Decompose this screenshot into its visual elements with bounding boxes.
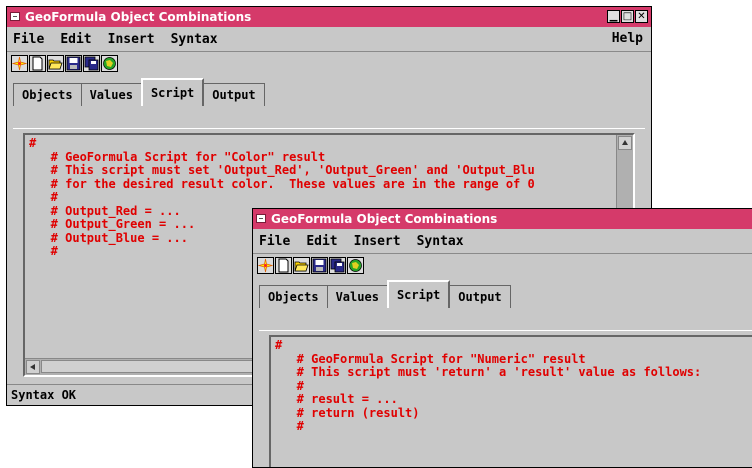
run-icon[interactable] <box>347 256 364 274</box>
scroll-left-icon[interactable] <box>26 360 40 374</box>
blank-page-icon[interactable] <box>29 54 46 72</box>
minimize-icon[interactable]: ▁ <box>607 10 620 23</box>
tab-panel: # # GeoFormula Script for "Numeric" resu… <box>259 330 752 467</box>
menu-insert[interactable]: Insert <box>354 234 401 249</box>
menu-file[interactable]: File <box>13 32 44 47</box>
system-menu-icon[interactable] <box>256 214 266 223</box>
script-text[interactable]: # # GeoFormula Script for "Numeric" resu… <box>271 337 752 434</box>
window-title: GeoFormula Object Combinations <box>271 212 498 226</box>
run-icon[interactable] <box>101 54 118 72</box>
open-folder-icon[interactable] <box>47 54 64 72</box>
scroll-up-icon[interactable] <box>618 136 632 150</box>
close-icon[interactable]: ✕ <box>635 10 648 23</box>
menu-bar: File Edit Insert Syntax Help <box>7 27 651 52</box>
script-editor[interactable]: # # GeoFormula Script for "Numeric" resu… <box>269 335 752 467</box>
title-bar[interactable]: GeoFormula Object Combinations ▁ □ ✕ <box>7 7 651 27</box>
tab-bar: Objects Values Script Output <box>253 280 752 308</box>
menu-syntax[interactable]: Syntax <box>417 234 464 249</box>
tab-objects[interactable]: Objects <box>259 285 328 308</box>
tab-values[interactable]: Values <box>80 83 142 106</box>
tab-objects[interactable]: Objects <box>13 83 82 106</box>
save-as-icon[interactable] <box>329 256 346 274</box>
save-as-icon[interactable] <box>83 54 100 72</box>
tab-script[interactable]: Script <box>386 280 451 308</box>
toolbar <box>7 52 651 74</box>
menu-insert[interactable]: Insert <box>108 32 155 47</box>
menu-edit[interactable]: Edit <box>60 32 91 47</box>
save-icon[interactable] <box>65 54 82 72</box>
new-icon[interactable] <box>11 54 28 72</box>
menu-syntax[interactable]: Syntax <box>171 32 218 47</box>
toolbar <box>253 254 752 276</box>
menu-edit[interactable]: Edit <box>306 234 337 249</box>
menu-help[interactable]: Help <box>612 31 643 46</box>
window-title: GeoFormula Object Combinations <box>25 10 252 24</box>
system-menu-icon[interactable] <box>10 12 20 21</box>
tab-bar: Objects Values Script Output <box>7 78 651 106</box>
window-controls: ▁ □ ✕ <box>607 10 648 23</box>
blank-page-icon[interactable] <box>275 256 292 274</box>
save-icon[interactable] <box>311 256 328 274</box>
title-bar[interactable]: GeoFormula Object Combinations <box>253 209 752 229</box>
tab-values[interactable]: Values <box>326 285 388 308</box>
new-icon[interactable] <box>257 256 274 274</box>
tab-output[interactable]: Output <box>449 285 511 308</box>
front-window: GeoFormula Object Combinations File Edit… <box>252 208 752 468</box>
open-folder-icon[interactable] <box>293 256 310 274</box>
maximize-icon[interactable]: □ <box>621 10 634 23</box>
tab-output[interactable]: Output <box>203 83 265 106</box>
menu-bar: File Edit Insert Syntax <box>253 229 752 254</box>
menu-file[interactable]: File <box>259 234 290 249</box>
tab-script[interactable]: Script <box>140 78 205 106</box>
